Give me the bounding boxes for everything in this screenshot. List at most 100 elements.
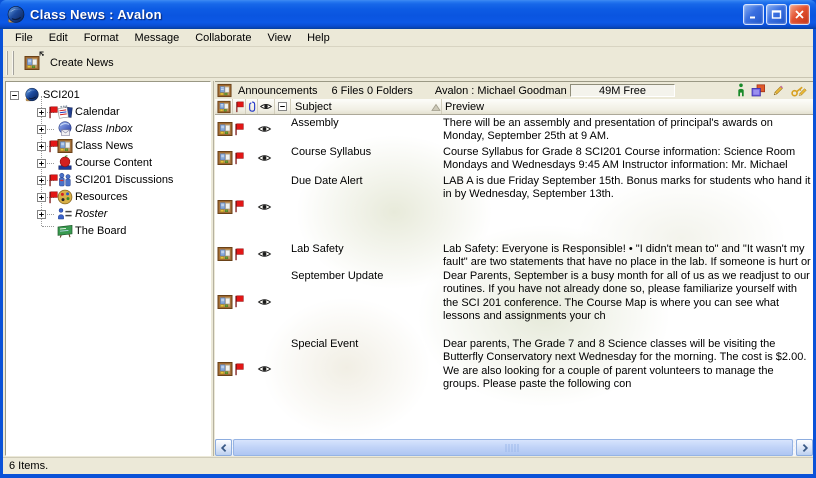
- maximize-button[interactable]: [766, 4, 787, 25]
- minimize-button[interactable]: [743, 4, 764, 25]
- flag-icon: [235, 101, 244, 113]
- pencil-icon[interactable]: [772, 84, 785, 97]
- close-button[interactable]: [789, 4, 810, 25]
- column-viewed[interactable]: [258, 99, 275, 114]
- tree-item-discussions[interactable]: SCI201 Discussions: [6, 172, 210, 189]
- eye-icon: [257, 297, 272, 307]
- news-board-icon: [217, 246, 233, 262]
- create-news-button[interactable]: Create News: [18, 51, 120, 75]
- account-name: Avalon : Michael Goodman: [435, 85, 567, 97]
- chevron-left-icon: [220, 443, 228, 453]
- menu-message[interactable]: Message: [127, 30, 188, 46]
- tree-item-class-inbox[interactable]: Class Inbox: [6, 121, 210, 138]
- menu-help[interactable]: Help: [299, 30, 338, 46]
- list-item-lab-safety[interactable]: Lab Safety Lab Safety: Everyone is Respo…: [215, 241, 813, 268]
- panel-splitter[interactable]: [211, 81, 214, 456]
- folder-name: Announcements: [238, 85, 318, 97]
- app-globe-icon: [6, 5, 26, 25]
- tree-item-course-content[interactable]: Course Content: [6, 155, 210, 172]
- tree-item-class-news[interactable]: Class News: [6, 138, 210, 155]
- item-preview: Dear Parents, September is a busy month …: [440, 268, 813, 336]
- expand-box-icon[interactable]: [37, 193, 46, 202]
- online-user-icon[interactable]: [737, 83, 745, 97]
- key-pencil-icon[interactable]: [791, 84, 809, 97]
- expand-box-icon[interactable]: [37, 108, 46, 117]
- preview-header-label: Preview: [445, 101, 484, 113]
- toolbar: Create News: [3, 48, 813, 78]
- tree-item-resources[interactable]: Resources: [6, 189, 210, 206]
- item-subject: Course Syllabus: [291, 144, 440, 173]
- flag-icon: [234, 152, 244, 165]
- folder-info-bar: Announcements 6 Files 0 Folders Avalon :…: [215, 82, 813, 99]
- tree-item-calendar[interactable]: Calendar: [6, 104, 210, 121]
- subject-header-label: Subject: [295, 101, 332, 113]
- sort-ascending-icon: [431, 103, 441, 112]
- app-window: Class News : Avalon File Edit Format Mes…: [0, 0, 816, 478]
- scrollbar-grip-icon: [506, 444, 521, 452]
- column-preview[interactable]: Preview: [442, 101, 484, 113]
- tree-label: SCI201: [43, 89, 80, 101]
- eye-icon: [257, 249, 272, 259]
- column-attachment[interactable]: [246, 99, 258, 114]
- scroll-left-button[interactable]: [215, 439, 232, 456]
- free-space-indicator: 49M Free: [570, 84, 675, 97]
- tree-item-roster[interactable]: Roster: [6, 206, 210, 223]
- menu-view[interactable]: View: [259, 30, 299, 46]
- eye-icon: [257, 364, 272, 374]
- item-subject: Special Event: [291, 336, 440, 403]
- collapse-box-icon[interactable]: [10, 91, 19, 100]
- tree-label: SCI201 Discussions: [75, 174, 173, 186]
- board-icon: [57, 223, 73, 239]
- inbox-globe-icon: [57, 121, 73, 137]
- expand-box-icon[interactable]: [37, 176, 46, 185]
- message-list: Assembly There will be an assembly and p…: [215, 115, 813, 439]
- menu-collaborate[interactable]: Collaborate: [187, 30, 259, 46]
- scroll-right-button[interactable]: [796, 439, 813, 456]
- news-board-icon: [217, 361, 233, 377]
- flag-icon: [234, 363, 244, 376]
- expand-box-icon[interactable]: [37, 159, 46, 168]
- horizontal-scrollbar[interactable]: [215, 439, 813, 456]
- folder-counts: 6 Files 0 Folders: [332, 85, 413, 97]
- scrollbar-thumb[interactable]: [233, 439, 793, 456]
- titlebar[interactable]: Class News : Avalon: [0, 0, 816, 29]
- list-item-assembly[interactable]: Assembly There will be an assembly and p…: [215, 115, 813, 144]
- collapse-all-icon: [278, 102, 287, 111]
- expand-box-icon[interactable]: [37, 210, 46, 219]
- list-item-course-syllabus[interactable]: Course Syllabus Course Syllabus for Grad…: [215, 144, 813, 173]
- toolbar-gripper-icon[interactable]: [6, 51, 14, 75]
- globe-icon: [24, 87, 40, 103]
- chevron-right-icon: [801, 443, 809, 453]
- layered-windows-icon[interactable]: [751, 84, 766, 97]
- flag-icon: [234, 200, 244, 213]
- list-item-due-date-alert[interactable]: Due Date Alert LAB A is due Friday Septe…: [215, 173, 813, 241]
- item-subject: Assembly: [291, 115, 440, 144]
- tree-item-sci201[interactable]: SCI201: [6, 87, 210, 104]
- eye-icon: [257, 202, 272, 212]
- list-item-special-event[interactable]: Special Event Dear parents, The Grade 7 …: [215, 336, 813, 403]
- news-board-icon: [217, 121, 233, 137]
- news-board-icon: [217, 294, 233, 310]
- column-subject[interactable]: Subject: [291, 99, 441, 114]
- palette-icon: [57, 189, 73, 205]
- list-item-september-update[interactable]: September Update Dear Parents, September…: [215, 268, 813, 336]
- item-subject: September Update: [291, 268, 440, 336]
- item-preview: Dear parents, The Grade 7 and 8 Science …: [440, 336, 813, 403]
- eye-icon: [259, 102, 273, 111]
- expand-box-icon[interactable]: [37, 142, 46, 151]
- column-item-icon[interactable]: [215, 99, 233, 114]
- item-subject: Due Date Alert: [291, 173, 440, 241]
- tree-item-the-board[interactable]: The Board: [6, 223, 210, 240]
- eye-icon: [257, 124, 272, 134]
- news-board-icon: [217, 100, 231, 114]
- column-flag[interactable]: [233, 99, 246, 114]
- tree-label: Calendar: [75, 106, 120, 118]
- menu-edit[interactable]: Edit: [41, 30, 76, 46]
- collapse-all-button[interactable]: [275, 99, 291, 114]
- main-area: SCI201 Calendar Class Inbox: [3, 79, 813, 457]
- create-news-label: Create News: [50, 57, 114, 69]
- menu-format[interactable]: Format: [76, 30, 127, 46]
- menu-file[interactable]: File: [7, 30, 41, 46]
- window-title: Class News : Avalon: [30, 7, 162, 22]
- expand-box-icon[interactable]: [37, 125, 46, 134]
